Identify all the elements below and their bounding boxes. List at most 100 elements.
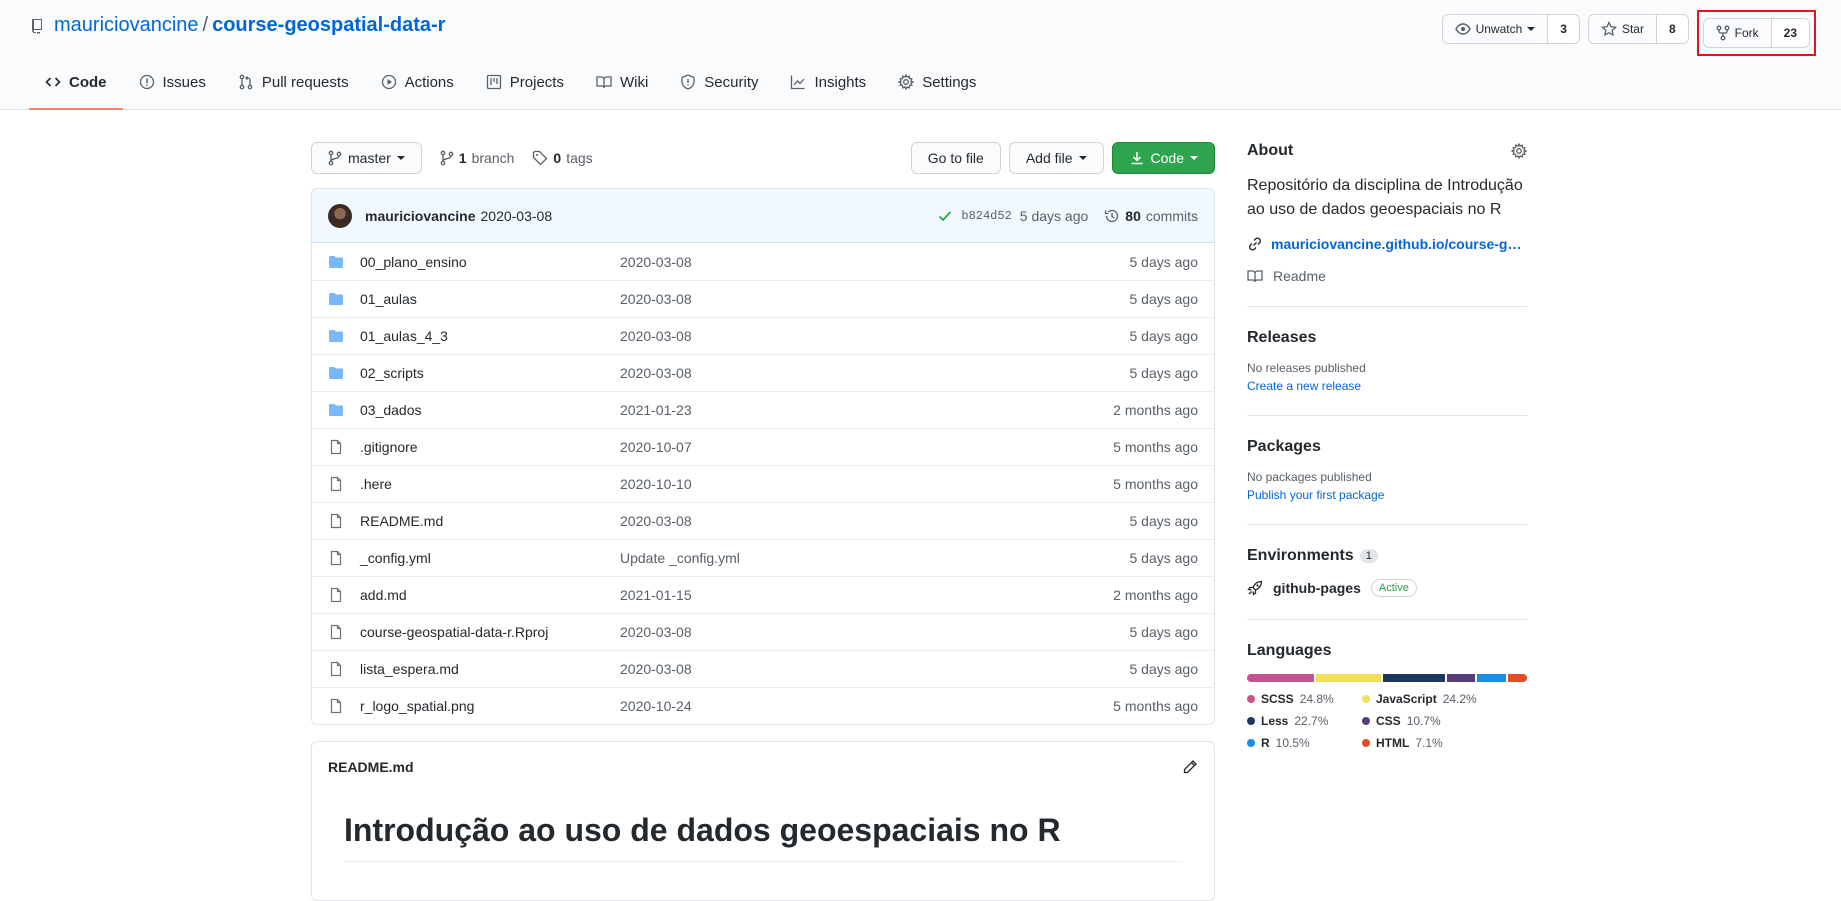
commit-message[interactable]: 2020-03-08 [481, 208, 553, 224]
language-bar-segment[interactable] [1507, 674, 1527, 682]
releases-heading[interactable]: Releases [1247, 329, 1527, 347]
readme-link[interactable]: Readme [1247, 268, 1527, 284]
add-file-button[interactable]: Add file [1008, 142, 1104, 174]
file-commit-message-link[interactable]: 2020-03-08 [620, 661, 920, 677]
publish-package-link[interactable]: Publish your first package [1247, 488, 1527, 502]
file-name-link[interactable]: README.md [360, 513, 620, 529]
file-commit-message-link[interactable]: 2020-03-08 [620, 365, 920, 381]
environments-heading[interactable]: Environments 1 [1247, 547, 1527, 565]
commit-author-link[interactable]: mauriciovancine [365, 208, 476, 224]
gear-icon[interactable] [1511, 143, 1527, 159]
tab-projects[interactable]: Projects [470, 55, 580, 109]
file-commit-message-link[interactable]: 2020-03-08 [620, 328, 920, 344]
fork-highlight: Fork 23 [1696, 10, 1816, 56]
tab-wiki-label: Wiki [619, 73, 649, 91]
tab-settings[interactable]: Settings [882, 55, 992, 109]
file-name-link[interactable]: 00_plano_ensino [360, 254, 620, 270]
file-name-link[interactable]: add.md [360, 587, 620, 603]
stars-count[interactable]: 8 [1656, 15, 1688, 43]
tab-insights[interactable]: Insights [774, 55, 882, 109]
file-name-link[interactable]: 03_dados [360, 402, 620, 418]
table-row[interactable]: .gitignore 2020-10-07 5 months ago [312, 428, 1214, 465]
table-row[interactable]: _config.yml Update _config.yml 5 days ago [312, 539, 1214, 576]
go-to-file-button[interactable]: Go to file [910, 142, 1001, 174]
file-commit-message-link[interactable]: 2020-10-10 [620, 476, 920, 492]
star-button[interactable]: Star [1589, 15, 1657, 43]
pencil-icon[interactable] [1182, 759, 1198, 775]
tags-link[interactable]: 0 tags [532, 150, 593, 166]
branch-select-button[interactable]: master [311, 142, 422, 174]
tab-code[interactable]: Code [29, 55, 123, 110]
file-name-link[interactable]: .here [360, 476, 620, 492]
watchers-count[interactable]: 3 [1548, 15, 1579, 43]
language-item[interactable]: HTML 7.1% [1362, 736, 1502, 750]
file-commit-message-link[interactable]: 2020-03-08 [620, 254, 920, 270]
homepage-link[interactable]: mauriciovancine.github.io/course-g… [1247, 236, 1527, 252]
table-row[interactable]: 01_aulas_4_3 2020-03-08 5 days ago [312, 317, 1214, 354]
file-name-link[interactable]: lista_espera.md [360, 661, 620, 677]
tab-pull-requests[interactable]: Pull requests [222, 55, 365, 109]
code-download-button[interactable]: Code [1111, 142, 1215, 174]
repo-owner-link[interactable]: mauriciovancine [54, 14, 199, 37]
file-name-link[interactable]: r_logo_spatial.png [360, 698, 620, 714]
commits-link[interactable]: 80 commits [1104, 208, 1198, 224]
avatar[interactable] [328, 203, 352, 228]
language-bar-segment[interactable] [1477, 674, 1506, 682]
tab-issues[interactable]: Issues [123, 55, 222, 109]
packages-heading[interactable]: Packages [1247, 438, 1527, 456]
commit-time: 5 days ago [1019, 207, 1089, 224]
commit-sha-link[interactable]: b824d52 [961, 209, 1011, 223]
table-row[interactable]: course-geospatial-data-r.Rproj 2020-03-08… [312, 613, 1214, 650]
file-name-link[interactable]: 02_scripts [360, 365, 620, 381]
table-row[interactable]: 02_scripts 2020-03-08 5 days ago [312, 354, 1214, 391]
file-commit-message-link[interactable]: 2020-03-08 [620, 291, 920, 307]
table-row[interactable]: .here 2020-10-10 5 months ago [312, 465, 1214, 502]
table-row[interactable]: 01_aulas 2020-03-08 5 days ago [312, 280, 1214, 317]
fork-button[interactable]: Fork [1704, 19, 1772, 47]
star-button-group: Star 8 [1587, 14, 1689, 44]
create-release-link[interactable]: Create a new release [1247, 379, 1527, 393]
file-name-link[interactable]: 01_aulas_4_3 [360, 328, 620, 344]
status-badge: Active [1370, 579, 1417, 597]
table-row[interactable]: README.md 2020-03-08 5 days ago [312, 502, 1214, 539]
file-list: 00_plano_ensino 2020-03-08 5 days ago 01_au… [312, 243, 1214, 724]
language-bar-segment[interactable] [1446, 674, 1476, 682]
unwatch-button[interactable]: Unwatch [1443, 15, 1549, 43]
forks-count[interactable]: 23 [1771, 19, 1809, 47]
repo-name-link[interactable]: course-geospatial-data-r [212, 14, 445, 37]
file-commit-message-link[interactable]: 2021-01-15 [620, 587, 920, 603]
file-commit-message-link[interactable]: 2020-10-24 [620, 698, 920, 714]
file-name-link[interactable]: .gitignore [360, 439, 620, 455]
table-row[interactable]: r_logo_spatial.png 2020-10-24 5 months ago [312, 687, 1214, 724]
language-bar-segment[interactable] [1247, 674, 1314, 682]
tab-wiki[interactable]: Wiki [580, 55, 664, 109]
environment-item[interactable]: github-pages Active [1247, 579, 1527, 597]
language-item[interactable]: R 10.5% [1247, 736, 1362, 750]
file-name-link[interactable]: 01_aulas [360, 291, 620, 307]
tab-security[interactable]: Security [664, 55, 774, 109]
table-row[interactable]: add.md 2021-01-15 2 months ago [312, 576, 1214, 613]
file-commit-message-link[interactable]: 2020-10-07 [620, 439, 920, 455]
issue-icon [139, 74, 154, 90]
table-row[interactable]: lista_espera.md 2020-03-08 5 days ago [312, 650, 1214, 687]
language-item[interactable]: JavaScript 24.2% [1362, 692, 1502, 706]
file-name-link[interactable]: course-geospatial-data-r.Rproj [360, 624, 620, 640]
fork-icon [1716, 25, 1730, 41]
file-icon [330, 698, 342, 714]
branches-link[interactable]: 1 branch [440, 150, 514, 166]
language-bar-segment[interactable] [1315, 674, 1382, 682]
language-item[interactable]: Less 22.7% [1247, 714, 1362, 728]
table-row[interactable]: 03_dados 2021-01-23 2 months ago [312, 391, 1214, 428]
file-commit-message-link[interactable]: Update _config.yml [620, 550, 920, 566]
check-icon[interactable] [937, 208, 953, 224]
file-commit-message-link[interactable]: 2020-03-08 [620, 513, 920, 529]
table-row[interactable]: 00_plano_ensino 2020-03-08 5 days ago [312, 243, 1214, 280]
language-bar-segment[interactable] [1383, 674, 1445, 682]
file-commit-message-link[interactable]: 2021-01-23 [620, 402, 920, 418]
file-commit-message-link[interactable]: 2020-03-08 [620, 624, 920, 640]
environments-section: Environments 1 github-pages Active [1247, 547, 1527, 620]
file-name-link[interactable]: _config.yml [360, 550, 620, 566]
language-item[interactable]: SCSS 24.8% [1247, 692, 1362, 706]
tab-actions[interactable]: Actions [365, 55, 470, 109]
language-item[interactable]: CSS 10.7% [1362, 714, 1502, 728]
